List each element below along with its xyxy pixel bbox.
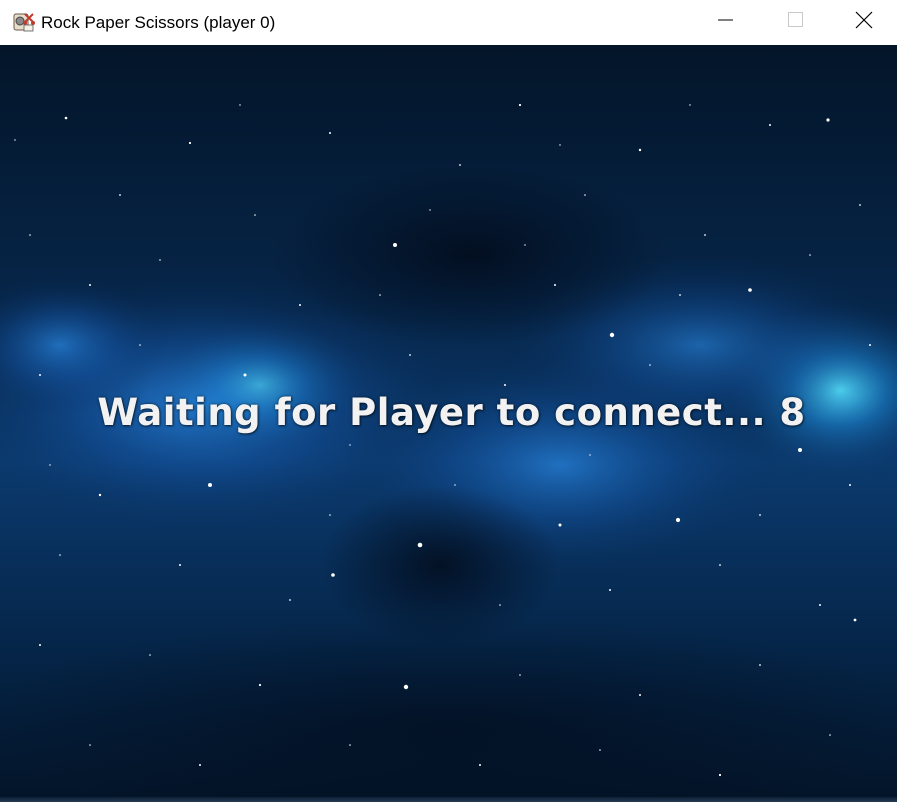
- maximize-button[interactable]: [760, 0, 830, 45]
- window-bottom-border: [0, 797, 897, 802]
- app-icon[interactable]: [13, 11, 35, 33]
- window-title: Rock Paper Scissors (player 0): [41, 13, 276, 32]
- status-message-text: Waiting for Player to connect... 8: [97, 391, 806, 434]
- waiting-status-message: Waiting for Player to connect... 8: [0, 391, 897, 434]
- title-bar[interactable]: Rock Paper Scissors (player 0): [0, 0, 897, 45]
- minimize-icon: [716, 11, 734, 34]
- app-window: Rock Paper Scissors (player 0) Waiting f…: [0, 0, 897, 802]
- close-button[interactable]: [830, 0, 897, 45]
- maximize-icon: [786, 11, 804, 34]
- close-icon: [855, 11, 873, 34]
- minimize-button[interactable]: [690, 0, 760, 45]
- game-canvas[interactable]: Waiting for Player to connect... 8: [0, 45, 897, 802]
